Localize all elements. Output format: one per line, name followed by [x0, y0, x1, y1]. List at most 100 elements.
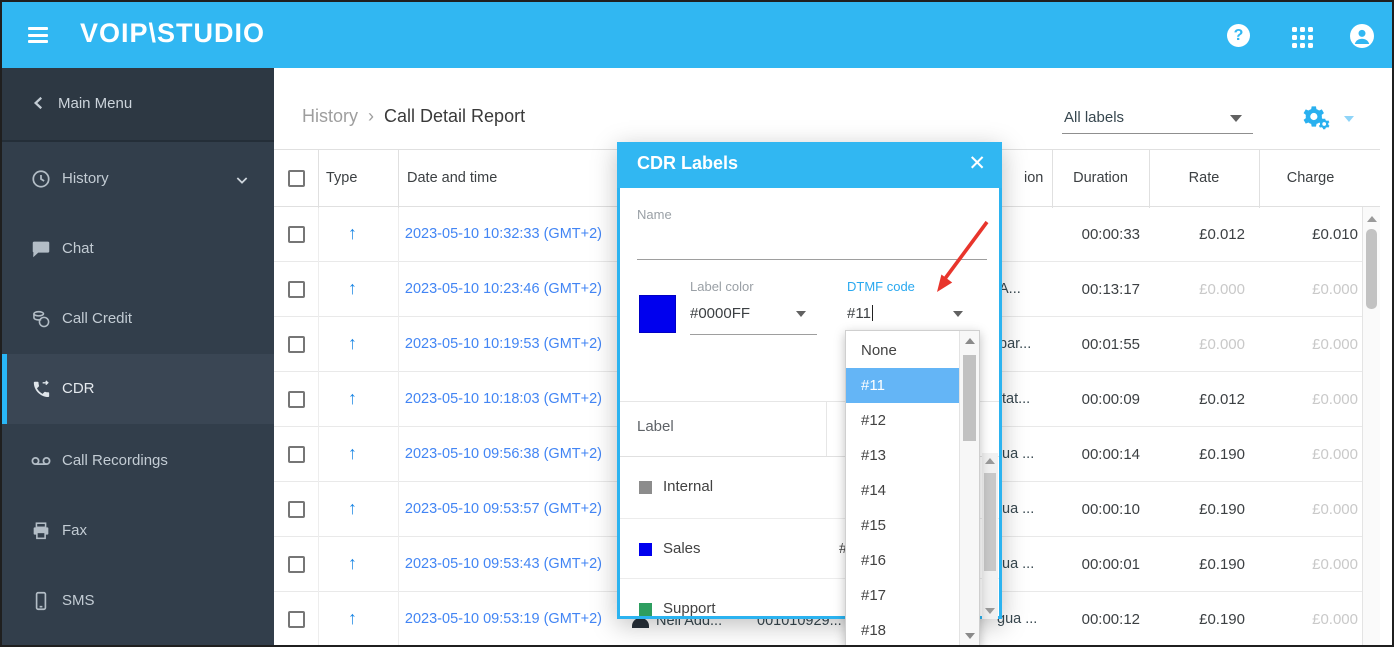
scroll-up-icon[interactable] [985, 458, 995, 464]
chevron-left-icon [33, 96, 43, 110]
labels-filter-value: All labels [1064, 109, 1125, 126]
dropdown-scrollbar[interactable] [959, 331, 979, 645]
row-checkbox[interactable] [288, 281, 305, 298]
row-checkbox[interactable] [288, 226, 305, 243]
labels-table-header-label: Label [637, 418, 674, 435]
voicemail-icon [31, 457, 51, 465]
breadcrumb-current: Call Detail Report [384, 106, 526, 126]
dropdown-option-17[interactable]: #17 [846, 578, 959, 613]
rate-cell: £0.190 [1199, 611, 1245, 628]
sidebar-item-sms[interactable]: SMS [2, 566, 274, 636]
user-account-button[interactable] [1350, 24, 1374, 48]
user-icon [1350, 24, 1374, 48]
hamburger-menu-icon[interactable] [28, 27, 48, 43]
close-icon[interactable]: ✕ [968, 151, 986, 176]
dropdown-option-11-selected[interactable]: #11 [846, 368, 959, 403]
dropdown-option-14[interactable]: #14 [846, 473, 959, 508]
modal-scrollbar[interactable] [982, 453, 998, 619]
col-header-type[interactable]: Type [326, 170, 357, 186]
scrollbar-thumb[interactable] [1366, 229, 1377, 309]
duration-cell: 00:00:12 [1081, 611, 1140, 628]
outbound-call-icon: ↑ [348, 608, 357, 628]
call-date-link[interactable]: 2023-05-10 10:19:53 (GMT+2) [398, 336, 602, 352]
labels-filter-select[interactable]: All labels [1062, 107, 1253, 134]
scroll-up-icon[interactable] [965, 338, 975, 344]
charge-cell: £0.000 [1312, 391, 1358, 408]
row-checkbox[interactable] [288, 336, 305, 353]
dropdown-option-13[interactable]: #13 [846, 438, 959, 473]
dropdown-option-15[interactable]: #15 [846, 508, 959, 543]
rate-cell: £0.012 [1199, 226, 1245, 243]
label-color-select[interactable]: #0000FF [690, 305, 750, 322]
col-header-destination-fragment[interactable]: ion [1024, 170, 1043, 186]
rate-cell: £0.000 [1199, 281, 1245, 298]
call-date-link[interactable]: 2023-05-10 09:53:19 (GMT+2) [398, 611, 602, 627]
sidebar-item-call-credit[interactable]: Call Credit [2, 284, 274, 354]
scroll-down-icon[interactable] [985, 608, 995, 614]
dropdown-option-none[interactable]: None [846, 333, 959, 368]
color-swatch[interactable] [639, 295, 676, 333]
dropdown-option-18[interactable]: #18 [846, 613, 959, 645]
breadcrumb: History › Call Detail Report [302, 106, 525, 127]
scrollbar-thumb[interactable] [963, 355, 976, 441]
sidebar: Main Menu History Chat Call Credit CDR C… [2, 68, 274, 645]
name-input[interactable] [637, 259, 987, 260]
col-header-charge[interactable]: Charge [1259, 170, 1362, 186]
rate-cell: £0.190 [1199, 501, 1245, 518]
scroll-down-icon[interactable] [965, 633, 975, 639]
destination-fragment: tat... [1002, 391, 1031, 407]
apps-grid-button[interactable] [1292, 26, 1316, 50]
chevron-down-icon [796, 311, 806, 317]
row-checkbox[interactable] [288, 556, 305, 573]
destination-fragment: ua ... [1002, 446, 1035, 462]
table-scrollbar[interactable] [1362, 207, 1380, 645]
destination-fragment: ua ... [1002, 556, 1035, 572]
row-checkbox[interactable] [288, 611, 305, 628]
charge-cell: £0.000 [1312, 501, 1358, 518]
dropdown-option-16[interactable]: #16 [846, 543, 959, 578]
scrollbar-thumb[interactable] [984, 473, 996, 571]
charge-cell: £0.000 [1312, 336, 1358, 353]
dtmf-code-input[interactable]: #11 [847, 305, 873, 322]
modal-header: CDR Labels ✕ [617, 142, 1002, 188]
sidebar-item-fax[interactable]: Fax [2, 496, 274, 566]
col-header-rate[interactable]: Rate [1149, 170, 1259, 186]
duration-cell: 00:00:10 [1081, 501, 1140, 518]
col-header-date[interactable]: Date and time [407, 170, 497, 186]
call-date-link[interactable]: 2023-05-10 10:18:03 (GMT+2) [398, 391, 602, 407]
scroll-up-icon[interactable] [1367, 216, 1377, 222]
row-checkbox[interactable] [288, 391, 305, 408]
sidebar-item-chat[interactable]: Chat [2, 214, 274, 284]
select-all-checkbox[interactable] [288, 170, 305, 187]
sidebar-back-main-menu[interactable]: Main Menu [2, 68, 274, 142]
call-date-link[interactable]: 2023-05-10 10:23:46 (GMT+2) [398, 281, 602, 297]
sidebar-item-label: Call Recordings [62, 452, 168, 469]
dropdown-option-12[interactable]: #12 [846, 403, 959, 438]
dtmf-code-label: DTMF code [847, 279, 915, 294]
apps-grid-icon [1292, 26, 1316, 48]
sidebar-item-cdr[interactable]: CDR [2, 354, 274, 424]
settings-menu-button[interactable] [1300, 103, 1358, 135]
dtmf-code-dropdown: None #11 #12 #13 #14 #15 #16 #17 #18 [845, 330, 980, 645]
outbound-call-icon: ↑ [348, 278, 357, 298]
call-date-link[interactable]: 2023-05-10 09:53:57 (GMT+2) [398, 501, 602, 517]
charge-cell: £0.010 [1312, 226, 1358, 243]
breadcrumb-parent[interactable]: History [302, 106, 358, 126]
charge-cell: £0.000 [1312, 556, 1358, 573]
rate-cell: £0.190 [1199, 446, 1245, 463]
rate-cell: £0.190 [1199, 556, 1245, 573]
coins-icon [33, 310, 50, 328]
call-date-link[interactable]: 2023-05-10 09:53:43 (GMT+2) [398, 556, 602, 572]
help-button[interactable]: ? [1227, 24, 1251, 48]
call-date-link[interactable]: 2023-05-10 10:32:33 (GMT+2) [398, 226, 602, 242]
dtmf-code-value: #11 [847, 305, 871, 322]
col-header-duration[interactable]: Duration [1052, 170, 1149, 186]
help-icon: ? [1227, 24, 1250, 47]
chat-bubble-icon [32, 241, 50, 258]
sidebar-item-history[interactable]: History [2, 144, 274, 214]
row-checkbox[interactable] [288, 501, 305, 518]
destination-fragment: gua ... [997, 611, 1038, 627]
sidebar-item-call-recordings[interactable]: Call Recordings [2, 426, 274, 496]
call-date-link[interactable]: 2023-05-10 09:56:38 (GMT+2) [398, 446, 602, 462]
row-checkbox[interactable] [288, 446, 305, 463]
